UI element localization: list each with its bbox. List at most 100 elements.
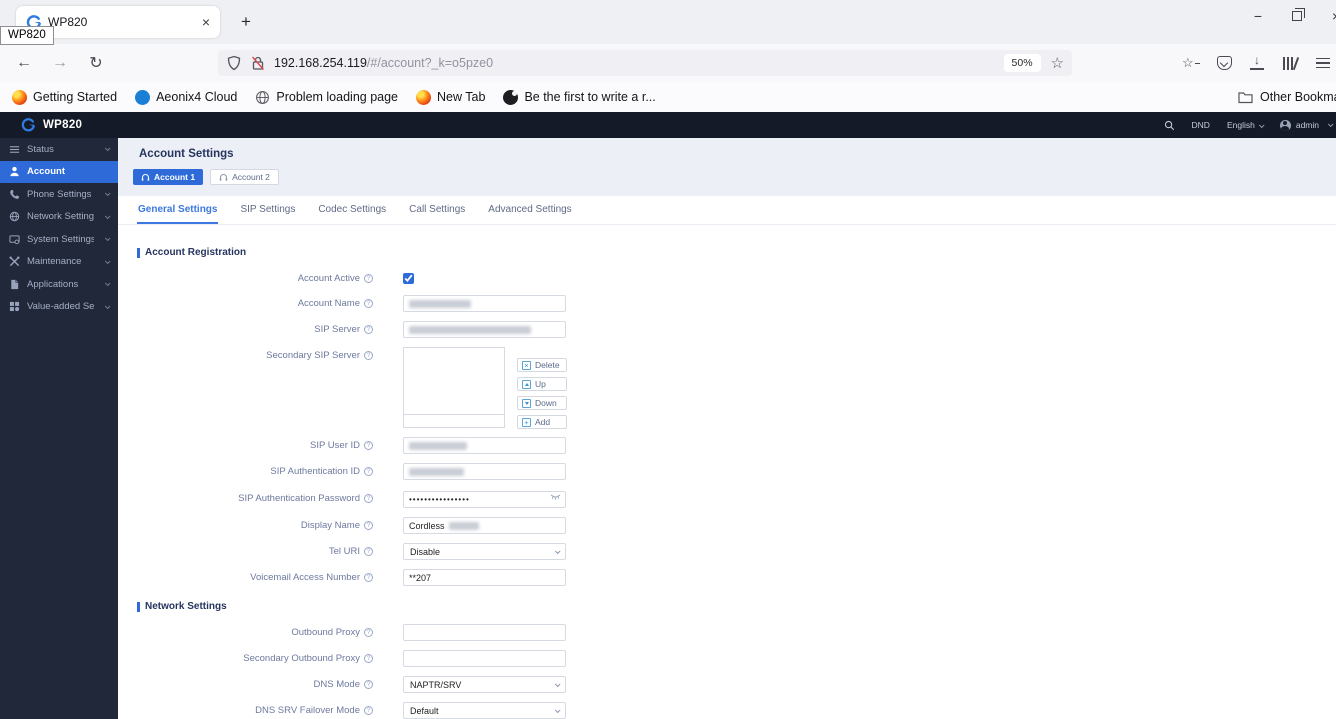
secondary-sip-server-input[interactable] xyxy=(403,415,505,428)
tab-close-icon[interactable]: × xyxy=(202,14,210,30)
field-row-secondary-outbound-proxy: Secondary Outbound Proxy xyxy=(137,650,1336,667)
account-active-checkbox[interactable] xyxy=(403,272,414,284)
app-header-right: DND English admin xyxy=(1164,112,1334,138)
dnd-toggle[interactable]: DND xyxy=(1192,120,1210,130)
tab-advanced-settings[interactable]: Advanced Settings xyxy=(487,196,572,224)
secondary-outbound-proxy-input[interactable] xyxy=(403,650,566,667)
add-icon: + xyxy=(522,417,531,427)
tab-title: WP820 xyxy=(48,15,88,29)
headset-icon xyxy=(219,173,228,181)
sip-auth-id-input[interactable] xyxy=(403,463,566,480)
downloads-icon[interactable]: ↓ xyxy=(1248,53,1266,72)
bookmark-getting-started[interactable]: Getting Started xyxy=(12,89,117,105)
shield-icon[interactable] xyxy=(226,55,242,71)
insecure-lock-icon[interactable] xyxy=(250,55,266,71)
address-bar[interactable]: 192.168.254.119/#/account?_k=o5pze0 50% … xyxy=(218,50,1072,76)
chevron-down-icon xyxy=(104,190,111,197)
sidebar-item-network-settings[interactable]: Network Settings xyxy=(0,206,118,229)
dns-mode-select[interactable]: NAPTR/SRV xyxy=(403,676,566,693)
eye-closed-icon[interactable] xyxy=(550,494,561,501)
search-icon[interactable] xyxy=(1164,120,1175,131)
close-button[interactable]: × xyxy=(1332,8,1336,24)
sidebar-item-applications[interactable]: Applications xyxy=(0,273,118,296)
sidebar-item-status[interactable]: Status xyxy=(0,138,118,161)
tab-sip-settings[interactable]: SIP Settings xyxy=(239,196,296,224)
account-2-button[interactable]: Account 2 xyxy=(210,169,279,185)
help-icon[interactable] xyxy=(364,654,373,663)
headset-icon xyxy=(141,173,150,181)
secondary-sip-server-listbox[interactable] xyxy=(403,347,505,415)
sidebar-item-phone-settings[interactable]: Phone Settings xyxy=(0,183,118,206)
sidebar-item-account[interactable]: Account xyxy=(0,160,118,183)
sip-user-id-input[interactable] xyxy=(403,437,566,454)
redacted-value xyxy=(409,325,531,334)
up-button[interactable]: Up xyxy=(517,377,567,391)
redacted-value xyxy=(409,467,464,476)
reload-icon[interactable]: ↻ xyxy=(82,44,110,82)
field-row-sip-auth-password: SIP Authentication Password xyxy=(137,489,1336,508)
network-globe-icon xyxy=(9,212,20,222)
help-icon[interactable] xyxy=(364,628,373,637)
account-1-button[interactable]: Account 1 xyxy=(133,169,204,185)
zoom-level-badge[interactable]: 50% xyxy=(1003,54,1041,72)
down-button[interactable]: Down xyxy=(517,396,567,410)
outbound-proxy-input[interactable] xyxy=(403,624,566,641)
new-tab-button[interactable]: + xyxy=(234,10,258,34)
bookmark-aeonix4-cloud[interactable]: Aeonix4 Cloud xyxy=(135,89,237,105)
save-to-collection-icon[interactable]: ☆ xyxy=(1182,54,1200,72)
screen: WP820 × + WP820 − × ← → ↻ 192.168.254.11… xyxy=(0,0,1336,719)
bookmark-new-tab[interactable]: New Tab xyxy=(416,89,485,105)
help-icon[interactable] xyxy=(364,494,373,503)
tab-codec-settings[interactable]: Codec Settings xyxy=(317,196,387,224)
sip-server-input[interactable] xyxy=(403,321,566,338)
chevron-down-icon xyxy=(104,258,111,264)
display-name-input[interactable]: Cordless xyxy=(403,517,566,534)
help-icon[interactable] xyxy=(364,680,373,689)
help-icon[interactable] xyxy=(364,467,373,476)
toolbar-right-icons: ☆ ↓ xyxy=(1182,44,1332,82)
delete-button[interactable]: × Delete xyxy=(517,358,567,372)
url-text[interactable]: 192.168.254.119/#/account?_k=o5pze0 xyxy=(274,56,1004,70)
forward-icon[interactable]: → xyxy=(46,44,74,82)
library-icon[interactable] xyxy=(1281,54,1300,72)
sidebar-item-maintenance[interactable]: Maintenance xyxy=(0,251,118,274)
help-icon[interactable] xyxy=(364,573,373,582)
restore-button[interactable] xyxy=(1292,8,1305,21)
sidebar-item-system-settings[interactable]: System Settings xyxy=(0,228,118,251)
help-icon[interactable] xyxy=(364,351,373,360)
help-icon[interactable] xyxy=(364,273,373,283)
language-select[interactable]: English xyxy=(1227,120,1265,130)
tab-call-settings[interactable]: Call Settings xyxy=(408,196,466,224)
redacted-value xyxy=(448,521,479,530)
bookmark-be-the-first[interactable]: Be the first to write a r... xyxy=(503,89,656,105)
grid-icon xyxy=(9,302,20,312)
tab-general-settings[interactable]: General Settings xyxy=(137,196,219,224)
help-icon[interactable] xyxy=(364,299,373,308)
minimize-button[interactable]: − xyxy=(1254,8,1262,24)
pocket-icon[interactable] xyxy=(1215,54,1233,72)
account-name-input[interactable] xyxy=(403,295,566,312)
settings-card: General Settings SIP Settings Codec Sett… xyxy=(118,196,1336,719)
sip-auth-password-input[interactable] xyxy=(403,491,566,508)
chevron-down-icon xyxy=(104,280,111,287)
other-bookmarks[interactable]: Other Bookmarks xyxy=(1238,82,1336,112)
bookmark-problem-loading[interactable]: Problem loading page xyxy=(255,90,398,105)
chevron-down-icon xyxy=(1258,122,1265,129)
dns-srv-failover-mode-select[interactable]: Default xyxy=(403,702,566,719)
help-icon[interactable] xyxy=(364,325,373,334)
user-menu[interactable]: admin xyxy=(1279,119,1334,131)
bookmark-star-icon[interactable]: ☆ xyxy=(1051,54,1064,72)
back-icon[interactable]: ← xyxy=(10,44,38,82)
tel-uri-select[interactable]: Disable xyxy=(403,543,566,560)
help-icon[interactable] xyxy=(364,521,373,530)
grandstream-logo-icon xyxy=(21,118,35,132)
chevron-down-icon xyxy=(554,706,561,713)
menu-icon[interactable] xyxy=(1314,54,1332,72)
help-icon[interactable] xyxy=(364,441,373,450)
add-button[interactable]: + Add xyxy=(517,415,567,429)
help-icon[interactable] xyxy=(364,706,373,715)
tab-tooltip: WP820 xyxy=(0,26,54,45)
help-icon[interactable] xyxy=(364,547,373,556)
voicemail-access-number-input[interactable] xyxy=(403,569,566,586)
sidebar-item-value-added-service[interactable]: Value-added Service xyxy=(0,296,118,319)
